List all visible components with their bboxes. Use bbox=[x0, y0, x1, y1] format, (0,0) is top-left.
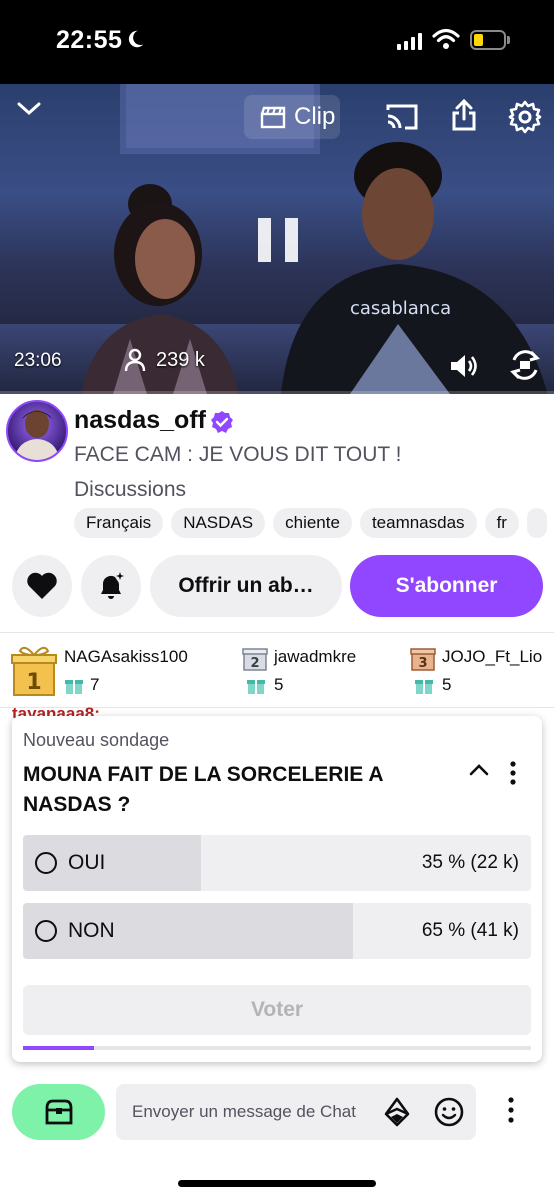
channel-name[interactable]: nasdas_off bbox=[74, 406, 206, 435]
follow-heart-button[interactable] bbox=[12, 555, 72, 617]
poll-option-result: 35 % (22 k) bbox=[421, 852, 519, 873]
volume-icon[interactable] bbox=[448, 352, 480, 380]
clapperboard-icon bbox=[260, 106, 286, 129]
gift-sub-button[interactable]: Offrir un ab… bbox=[150, 555, 342, 617]
channel-info: nasdas_off FACE CAM : JE VOUS DIT TOUT !… bbox=[0, 394, 554, 544]
svg-text:casablanca: casablanca bbox=[350, 298, 451, 319]
stream-title: FACE CAM : JE VOUS DIT TOUT ! bbox=[74, 443, 402, 466]
home-indicator bbox=[178, 1180, 376, 1187]
leaderboard-username: JOJO_Ft_Lio bbox=[442, 647, 543, 666]
settings-gear-icon[interactable] bbox=[508, 100, 542, 134]
status-bar: 22:55 bbox=[0, 0, 554, 84]
gift-rank-silver-icon: 2 bbox=[242, 648, 268, 671]
gift-rank-bronze-icon: 3 bbox=[410, 648, 436, 671]
poll-question: MOUNA FAIT DE LA SORCELERIE A NASDAS ? bbox=[23, 763, 383, 816]
fullscreen-rotate-icon[interactable] bbox=[508, 348, 542, 382]
battery-icon bbox=[470, 30, 506, 50]
poll-label: Nouveau sondage bbox=[23, 730, 170, 750]
poll-card: Nouveau sondage MOUNA FAIT DE LA SORCELE… bbox=[12, 716, 542, 1062]
vote-button[interactable]: Voter bbox=[23, 985, 531, 1035]
tag-chip[interactable]: teamnasdas bbox=[359, 508, 477, 538]
treasure-chest-icon bbox=[45, 1099, 72, 1125]
cast-icon[interactable] bbox=[385, 102, 419, 132]
svg-text:1: 1 bbox=[26, 670, 41, 695]
heart-icon bbox=[27, 572, 57, 599]
stream-category[interactable]: Discussions bbox=[74, 478, 186, 502]
chat-input-placeholder: Envoyer un message de Chat bbox=[132, 1102, 356, 1121]
emoji-smiley-icon[interactable] bbox=[434, 1097, 464, 1127]
chat-message-input[interactable]: Envoyer un message de Chat bbox=[116, 1084, 476, 1140]
poll-option-result: 65 % (41 k) bbox=[421, 920, 519, 941]
status-time: 22:55 bbox=[56, 26, 123, 54]
gift-rank-gold-icon: 1 bbox=[11, 646, 57, 696]
gift-leaderboard[interactable]: 1 NAGAsakiss100 7 2 jawadmkre 5 3 JOJO_F… bbox=[0, 632, 554, 708]
tag-chip[interactable]: fr bbox=[484, 508, 519, 538]
tag-chip-overflow[interactable] bbox=[526, 508, 547, 538]
leaderboard-gift-count: 7 bbox=[90, 675, 100, 694]
radio-icon bbox=[35, 852, 57, 874]
leaderboard-gift-count: 5 bbox=[274, 675, 284, 694]
video-player[interactable]: casablanca Clip 23:06 239 k bbox=[0, 84, 554, 394]
viewer-count-label: 239 k bbox=[156, 348, 205, 371]
poll-option-label: OUI bbox=[68, 851, 106, 874]
leaderboard-item[interactable]: 3 JOJO_Ft_Lio 5 bbox=[410, 641, 554, 701]
elapsed-time: 23:06 bbox=[14, 350, 62, 371]
tag-chip[interactable]: chiente bbox=[273, 508, 352, 538]
bits-gem-icon[interactable] bbox=[384, 1097, 410, 1127]
gift-icon bbox=[247, 680, 265, 694]
chevron-up-icon[interactable] bbox=[468, 762, 490, 778]
poll-option[interactable]: OUI 35 % (22 k) bbox=[23, 835, 531, 891]
tag-list: Français NASDAS chiente teamnasdas fr bbox=[74, 508, 547, 538]
leaderboard-username: jawadmkre bbox=[274, 647, 357, 666]
moon-icon bbox=[128, 30, 144, 48]
verified-badge-icon bbox=[211, 411, 233, 433]
pause-icon[interactable] bbox=[258, 218, 298, 262]
clip-label: Clip bbox=[294, 103, 336, 130]
radio-icon bbox=[35, 920, 57, 942]
poll-timer-fill bbox=[23, 1046, 95, 1050]
share-icon[interactable] bbox=[451, 98, 477, 132]
bell-icon bbox=[101, 572, 124, 599]
gift-icon bbox=[415, 680, 433, 694]
leaderboard-gift-count: 5 bbox=[442, 675, 452, 694]
svg-text:3: 3 bbox=[418, 656, 427, 671]
more-vertical-icon[interactable] bbox=[506, 1096, 516, 1124]
signal-icon bbox=[397, 32, 422, 50]
leaderboard-item[interactable]: 2 jawadmkre 5 bbox=[242, 641, 402, 701]
channel-actions: Offrir un ab… S'abonner bbox=[0, 555, 554, 617]
more-vertical-icon[interactable] bbox=[508, 760, 518, 786]
subscribe-button[interactable]: S'abonner bbox=[350, 555, 543, 617]
chat-input-bar: Envoyer un message de Chat bbox=[0, 1080, 554, 1144]
gift-icon bbox=[65, 680, 83, 694]
wifi-icon bbox=[432, 28, 460, 49]
leaderboard-item[interactable]: 1 NAGAsakiss100 7 bbox=[10, 641, 230, 701]
tag-chip[interactable]: Français bbox=[74, 508, 164, 538]
tag-chip[interactable]: NASDAS bbox=[171, 508, 266, 538]
poll-timer-bar bbox=[23, 1046, 531, 1050]
leaderboard-username: NAGAsakiss100 bbox=[64, 647, 188, 666]
viewer-count: 239 k bbox=[124, 348, 205, 372]
notifications-button[interactable] bbox=[81, 555, 141, 617]
poll-option[interactable]: NON 65 % (41 k) bbox=[23, 903, 531, 959]
clip-button[interactable]: Clip bbox=[244, 95, 340, 139]
svg-text:2: 2 bbox=[250, 656, 259, 671]
person-icon bbox=[124, 348, 146, 372]
channel-avatar[interactable] bbox=[6, 400, 68, 462]
poll-option-label: NON bbox=[68, 919, 115, 942]
collapse-player-icon[interactable] bbox=[16, 100, 42, 118]
bits-button[interactable] bbox=[12, 1084, 105, 1140]
